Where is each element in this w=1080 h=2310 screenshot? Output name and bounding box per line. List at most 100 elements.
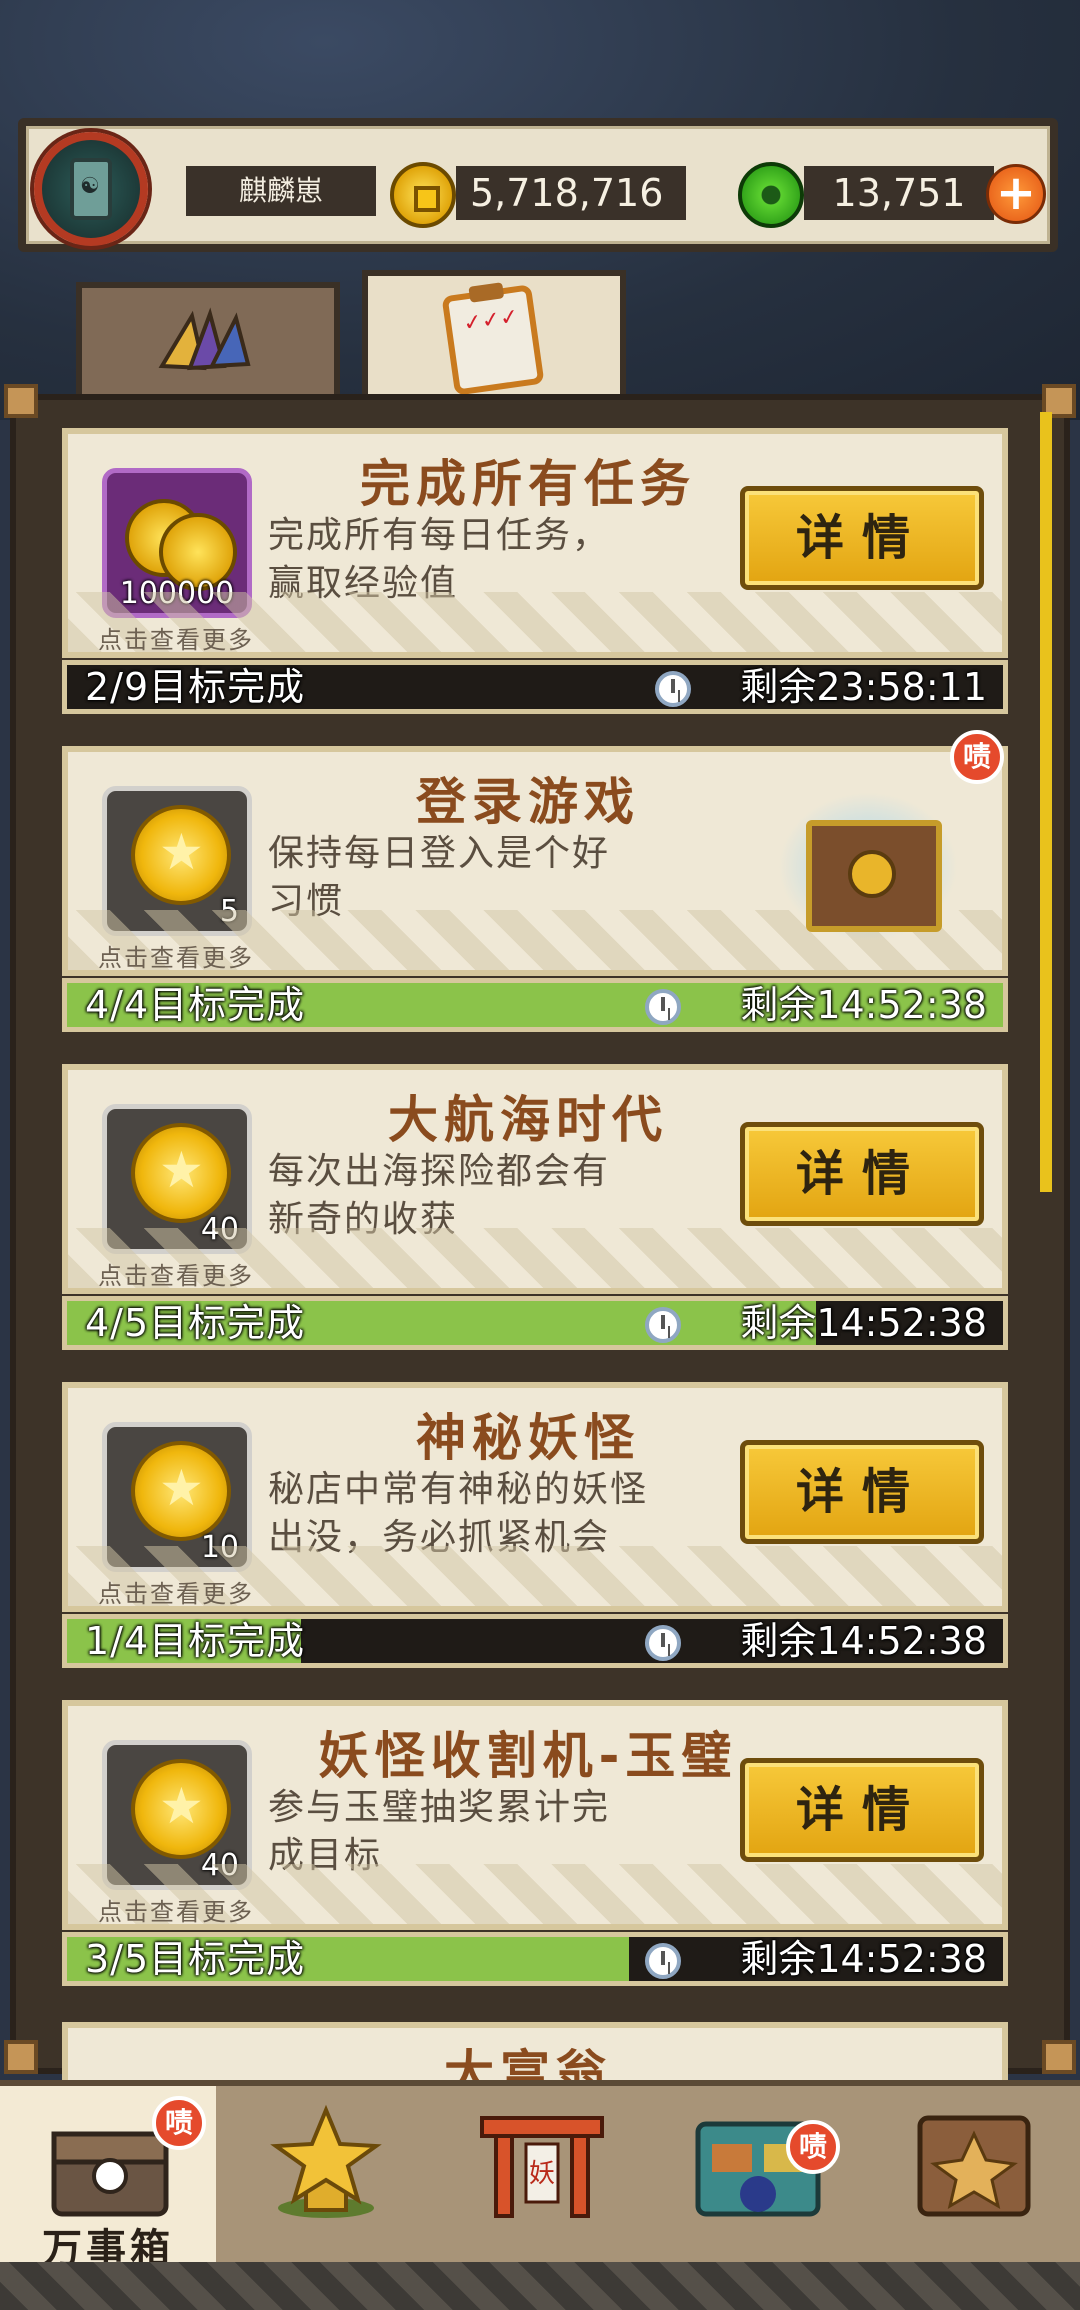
notification-badge: 啧 — [786, 2120, 840, 2174]
medal-icon — [113, 1441, 249, 1541]
notification-badge: 啧 — [950, 730, 1004, 784]
mission-desc: 参与玉璧抽奖累计完 成目标 — [268, 1784, 768, 1880]
bottom-decor-strip — [0, 2262, 1080, 2310]
jade-amount: 13,751 — [804, 166, 994, 220]
nav-item-shop[interactable] — [648, 2086, 864, 2268]
mission-desc-line: 完成所有每日任务， — [268, 515, 611, 556]
mission-progress: 3/5目标完成 剩余14:52:38 — [62, 1932, 1008, 1986]
progress-text: 3/5目标完成 — [85, 1937, 306, 1981]
progress-text: 4/4目标完成 — [85, 983, 306, 1027]
bottom-nav: 万事箱 啧 妖 啧 — [0, 2080, 1080, 2272]
reward-slot[interactable]: 40 — [102, 1740, 252, 1890]
treasure-chest-icon[interactable] — [778, 792, 958, 942]
tab-activities[interactable] — [76, 282, 340, 402]
player-name: 麒麟崽 — [186, 166, 376, 216]
mission-desc-line: 出没，务必抓紧机会 — [268, 1517, 611, 1558]
mission-title: 大航海时代 — [388, 1091, 668, 1149]
clock-icon — [645, 1943, 681, 1979]
more-hint: 点击查看更多 — [98, 1580, 254, 1608]
resource-header: 麒麟崽 5,718,716 13,751 + — [18, 118, 1058, 252]
reward-count: 40 — [200, 1848, 239, 1883]
clock-icon — [645, 989, 681, 1025]
mission-card[interactable]: 10 点击查看更多 神秘妖怪 秘店中常有神秘的妖怪 出没，务必抓紧机会 详情 — [62, 1382, 1008, 1612]
time-remaining: 剩余14:52:38 — [740, 1619, 987, 1663]
mission-title: 完成所有任务 — [360, 455, 696, 513]
notification-badge: 啧 — [152, 2096, 206, 2150]
mission-desc: 保持每日登入是个好 习惯 — [268, 830, 768, 926]
mission-card[interactable]: 100000 点击查看更多 完成所有任务 完成所有每日任务， 赢取经验值 详情 — [62, 428, 1008, 658]
mission-title: 妖怪收割机-玉璧 — [318, 1727, 738, 1785]
details-button[interactable]: 详情 — [740, 1758, 984, 1862]
progress-text: 2/9目标完成 — [85, 665, 306, 709]
mission-desc: 秘店中常有神秘的妖怪 出没，务必抓紧机会 — [268, 1466, 768, 1562]
details-button[interactable]: 详情 — [740, 1440, 984, 1544]
mission-title: 登录游戏 — [416, 773, 640, 831]
reward-count: 10 — [200, 1530, 239, 1565]
reward-count: 40 — [200, 1212, 239, 1247]
reward-slot[interactable]: 10 — [102, 1422, 252, 1572]
mission-progress: 2/9目标完成 剩余23:58:11 — [62, 660, 1008, 714]
clock-icon — [645, 1307, 681, 1343]
gate-text: 妖 — [529, 2159, 555, 2189]
mission-desc-line: 保持每日登入是个好 — [268, 833, 611, 874]
coins-icon — [125, 491, 237, 591]
star-trophy-icon — [270, 2104, 382, 2218]
reward-count: 100000 — [119, 576, 235, 611]
mission-desc-line: 参与玉璧抽奖累计完 — [268, 1787, 611, 1828]
reward-slot[interactable]: 100000 — [102, 468, 252, 618]
time-remaining: 剩余14:52:38 — [740, 1301, 987, 1345]
jade-icon — [738, 162, 804, 228]
reward-slot[interactable]: 40 — [102, 1104, 252, 1254]
more-hint: 点击查看更多 — [98, 1262, 254, 1290]
mission-desc-line: 新奇的收获 — [268, 1199, 459, 1240]
mission-progress: 1/4目标完成 剩余14:52:38 — [62, 1614, 1008, 1668]
mission-card[interactable]: 40 点击查看更多 妖怪收割机-玉璧 参与玉璧抽奖累计完 成目标 详情 — [62, 1700, 1008, 1930]
mission-desc-line: 成目标 — [268, 1835, 383, 1876]
tab-daily-missions[interactable]: ✓✓✓ — [362, 270, 626, 404]
reward-slot[interactable]: 5 — [102, 786, 252, 936]
reward-count: 5 — [219, 894, 239, 929]
more-hint: 点击查看更多 — [98, 626, 254, 654]
details-button[interactable]: 详情 — [740, 1122, 984, 1226]
progress-text: 4/5目标完成 — [85, 1301, 306, 1345]
frame-corner-ornament — [4, 2040, 38, 2074]
progress-text: 1/4目标完成 — [85, 1619, 306, 1663]
scrollbar[interactable] — [1040, 412, 1052, 1192]
mission-desc-line: 习惯 — [268, 881, 345, 922]
mission-card-partial[interactable]: 大富翁 — [62, 2022, 1008, 2082]
mission-desc-line: 赢取经验值 — [268, 563, 459, 604]
time-remaining: 剩余23:58:11 — [740, 665, 987, 709]
frame-corner-ornament — [1042, 2040, 1076, 2074]
medal-icon — [113, 1759, 249, 1859]
mission-title: 神秘妖怪 — [416, 1409, 640, 1467]
medal-icon — [113, 1123, 249, 1223]
nav-item-trophy[interactable] — [216, 2086, 432, 2268]
mission-desc-line: 每次出海探险都会有 — [268, 1151, 611, 1192]
clipboard-icon: ✓✓✓ — [441, 284, 545, 396]
mission-desc: 完成所有每日任务， 赢取经验值 — [268, 512, 768, 608]
mission-card[interactable]: 5 点击查看更多 登录游戏 保持每日登入是个好 习惯 — [62, 746, 1008, 976]
details-button[interactable]: 详情 — [740, 486, 984, 590]
clipboard-checkmarks: ✓✓✓ — [461, 304, 521, 337]
add-jade-button[interactable]: + — [986, 164, 1046, 224]
medal-icon — [113, 805, 249, 905]
lantern-icon — [70, 158, 112, 220]
clock-icon — [645, 1625, 681, 1661]
fan-icon — [158, 307, 251, 371]
more-hint: 点击查看更多 — [98, 944, 254, 972]
yokai-gate-icon: 妖 — [480, 2116, 604, 2218]
nav-item-yokai-gate[interactable]: 妖 — [432, 2086, 648, 2268]
mission-desc-line: 秘店中常有神秘的妖怪 — [268, 1469, 649, 1510]
mission-card[interactable]: 40 点击查看更多 大航海时代 每次出海探险都会有 新奇的收获 详情 — [62, 1064, 1008, 1294]
mission-progress: 4/4目标完成 剩余14:52:38 — [62, 978, 1008, 1032]
mission-title: 大富翁 — [444, 2045, 612, 2082]
gold-amount: 5,718,716 — [456, 166, 686, 220]
book-icon — [917, 2115, 1031, 2217]
nav-item-book[interactable] — [864, 2086, 1080, 2268]
time-remaining: 剩余14:52:38 — [740, 1937, 987, 1981]
gold-coin-icon — [390, 162, 456, 228]
mission-progress: 4/5目标完成 剩余14:52:38 — [62, 1296, 1008, 1350]
more-hint: 点击查看更多 — [98, 1898, 254, 1926]
player-avatar[interactable] — [34, 132, 148, 246]
mission-desc: 每次出海探险都会有 新奇的收获 — [268, 1148, 768, 1244]
